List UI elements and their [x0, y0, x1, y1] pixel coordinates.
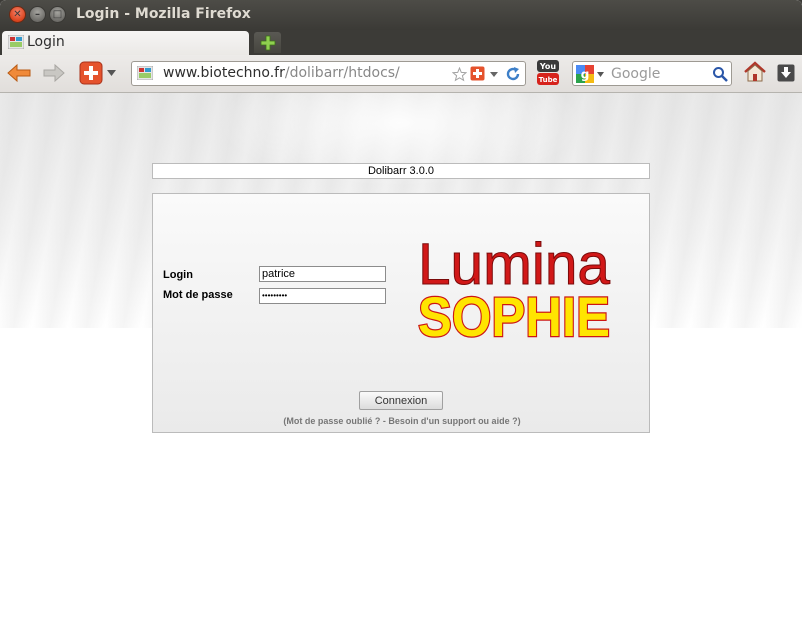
login-form: Login Mot de passe ••••••••• Lumina SOPH… [152, 193, 650, 433]
lumina-sophie-logo: Lumina SOPHIE [417, 232, 612, 345]
minimize-icon: – [35, 8, 40, 20]
youtube-icon[interactable]: You Tube [536, 59, 560, 87]
url-path: /dolibarr/htdocs/ [284, 65, 400, 81]
dropdown-arrow-icon[interactable] [107, 70, 116, 76]
password-input[interactable]: ••••••••• [259, 288, 386, 304]
google-engine-icon[interactable]: g [576, 65, 594, 83]
url-bar[interactable]: www.biotechno.fr/dolibarr/htdocs/ [131, 61, 526, 86]
history-dropdown-icon[interactable] [490, 72, 498, 77]
close-window-button[interactable]: ✕ [9, 6, 26, 23]
tab-label: Login [27, 34, 65, 50]
browser-window: ✕ – □ Login - Mozilla Firefox Login www.… [0, 0, 802, 630]
login-label: Login [163, 269, 193, 281]
window-title: Login - Mozilla Firefox [76, 6, 251, 22]
login-input[interactable] [259, 266, 386, 282]
connexion-button[interactable]: Connexion [359, 391, 443, 410]
svg-text:You: You [539, 62, 557, 71]
addon-badge-icon[interactable] [470, 66, 485, 81]
url-text: www.biotechno.fr/dolibarr/htdocs/ [163, 65, 400, 81]
downloads-icon[interactable] [777, 64, 795, 82]
svg-text:Tube: Tube [539, 76, 558, 84]
plus-icon [260, 35, 275, 50]
svg-text:g: g [581, 68, 590, 82]
maximize-icon: □ [52, 8, 63, 20]
logo-line-2: SOPHIE [418, 285, 610, 344]
help-link[interactable]: (Mot de passe oublié ? - Besoin d'un sup… [153, 416, 651, 426]
page-content: Dolibarr 3.0.0 Login Mot de passe ••••••… [0, 93, 802, 630]
tab-login[interactable]: Login [2, 31, 249, 55]
addon-plus-icon[interactable] [79, 61, 103, 85]
version-banner: Dolibarr 3.0.0 [152, 163, 650, 179]
back-arrow-icon[interactable] [6, 63, 32, 83]
search-placeholder: Google [611, 66, 661, 82]
site-identity-icon[interactable] [137, 66, 153, 80]
maximize-window-button[interactable]: □ [49, 6, 66, 23]
bookmark-star-icon[interactable] [452, 67, 467, 82]
engine-dropdown-icon[interactable] [597, 72, 604, 77]
new-tab-button[interactable] [254, 32, 281, 53]
password-label: Mot de passe [163, 289, 233, 301]
url-domain: www.biotechno.fr [163, 65, 285, 81]
title-bar: ✕ – □ Login - Mozilla Firefox [0, 0, 802, 30]
reload-icon[interactable] [505, 66, 521, 82]
tab-strip: Login [0, 30, 802, 55]
dolibarr-favicon-icon [8, 35, 24, 49]
close-icon: ✕ [13, 8, 22, 20]
search-bar[interactable]: g Google [572, 61, 732, 86]
minimize-window-button[interactable]: – [29, 6, 46, 23]
home-icon[interactable] [743, 61, 767, 83]
navigation-toolbar: www.biotechno.fr/dolibarr/htdocs/ You Tu… [0, 55, 802, 93]
forward-arrow-icon[interactable] [42, 64, 66, 82]
search-icon[interactable] [712, 66, 728, 82]
